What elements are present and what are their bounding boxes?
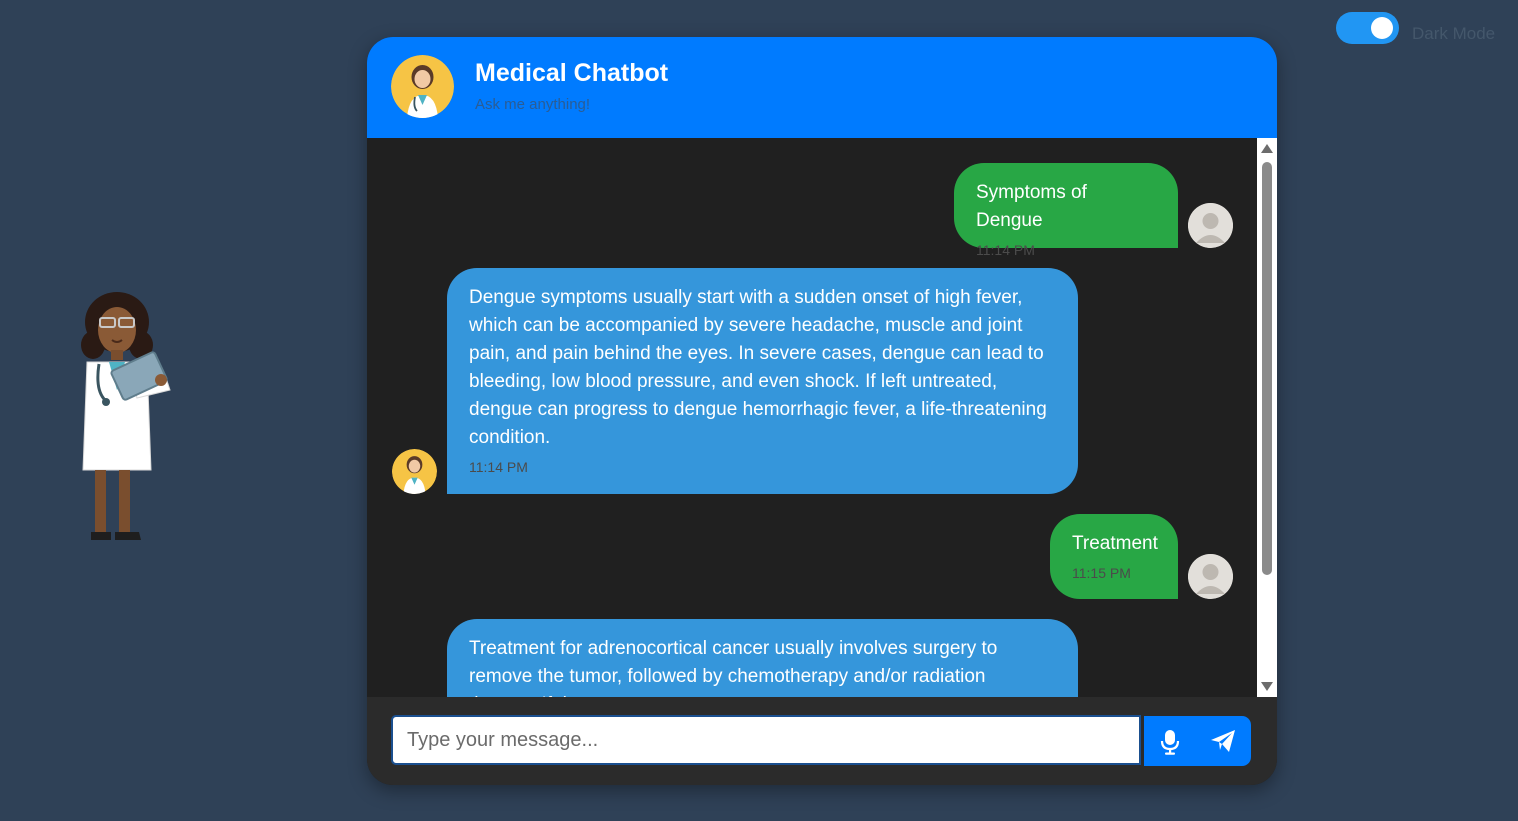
bot-message: Treatment for adrenocortical cancer usua… [447,619,1078,697]
user-message: Treatment 11:15 PM [1050,514,1178,599]
message-text: Treatment [1072,533,1158,554]
message-text: Symptoms of Dengue [976,182,1087,231]
message-text: Treatment for adrenocortical cancer usua… [469,638,998,697]
bot-avatar-icon [391,55,454,118]
bot-message: Dengue symptoms usually start with a sud… [447,268,1078,494]
message-scrollbar[interactable] [1257,138,1277,697]
toggle-knob [1371,17,1393,39]
scrollbar-thumb[interactable] [1262,162,1272,575]
chat-subtitle: Ask me anything! [475,96,591,113]
message-text: Dengue symptoms usually start with a sud… [469,287,1047,448]
dark-mode-toggle[interactable] [1336,12,1399,44]
scroll-down-arrow-icon[interactable] [1261,682,1273,691]
user-message: Symptoms of Dengue 11:14 PM [954,163,1178,258]
doctor-illustration [81,292,171,540]
chat-header: Medical Chatbot Ask me anything! [367,37,1277,138]
message-input[interactable] [391,715,1141,765]
message-time: 11:15 PM [1072,565,1131,581]
message-list: Symptoms of Dengue 11:14 PM Dengue sympt… [367,138,1257,697]
dark-mode-toggle-group: Dark Mode [1336,12,1495,44]
paper-plane-icon[interactable] [1210,729,1236,753]
message-time: 11:14 PM [469,459,528,475]
scroll-up-arrow-icon[interactable] [1261,144,1273,153]
bot-avatar-icon [392,449,437,494]
input-button-group [1144,716,1251,766]
user-avatar-icon [1188,554,1233,599]
chat-title: Medical Chatbot [475,59,669,87]
input-bar [367,697,1277,785]
chat-window: Medical Chatbot Ask me anything! Symptom… [367,37,1277,785]
user-avatar-icon [1188,203,1233,248]
dark-mode-label: Dark Mode [1412,24,1496,43]
microphone-icon[interactable] [1160,729,1180,755]
message-time: 11:14 PM [976,242,1035,258]
